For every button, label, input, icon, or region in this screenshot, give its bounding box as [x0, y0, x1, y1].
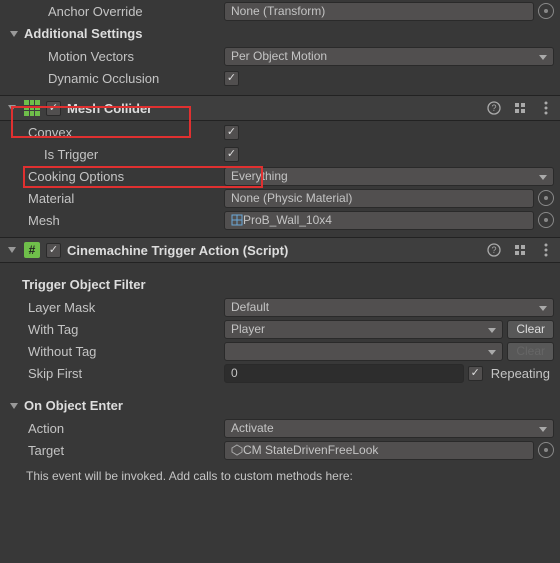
layer-mask-value: Default	[231, 300, 269, 314]
mesh-collider-header[interactable]: Mesh Collider ?	[0, 95, 560, 121]
svg-text:?: ?	[491, 245, 496, 255]
foldout-icon[interactable]	[6, 244, 18, 256]
script-icon: #	[24, 242, 40, 258]
anchor-override-label: Anchor Override	[6, 4, 224, 19]
action-value: Activate	[231, 421, 274, 435]
skip-first-value: 0	[231, 366, 238, 380]
motion-vectors-dropdown[interactable]: Per Object Motion	[224, 47, 554, 66]
target-field[interactable]: CM StateDrivenFreeLook	[224, 441, 534, 460]
foldout-icon[interactable]	[6, 102, 18, 114]
preset-icon[interactable]	[512, 242, 528, 258]
anchor-override-value: None (Transform)	[231, 4, 325, 18]
event-note: This event will be invoked. Add calls to…	[0, 461, 560, 491]
foldout-icon[interactable]	[8, 28, 20, 40]
skip-first-label: Skip First	[6, 366, 224, 381]
target-label: Target	[6, 443, 224, 458]
layer-mask-label: Layer Mask	[6, 300, 224, 315]
repeating-label: Repeating	[487, 366, 554, 381]
kebab-menu-icon[interactable]	[538, 242, 554, 258]
foldout-icon[interactable]	[8, 400, 20, 412]
preset-icon[interactable]	[512, 100, 528, 116]
is-trigger-label: Is Trigger	[6, 147, 224, 162]
skip-first-field[interactable]: 0	[224, 364, 464, 383]
action-dropdown[interactable]: Activate	[224, 419, 554, 438]
mesh-label: Mesh	[6, 213, 224, 228]
is-trigger-checkbox[interactable]	[224, 147, 239, 162]
mesh-field[interactable]: ProB_Wall_10x4	[224, 211, 534, 230]
dynamic-occlusion-label: Dynamic Occlusion	[6, 71, 224, 86]
additional-settings-header: Additional Settings	[24, 26, 142, 41]
cinemachine-title: Cinemachine Trigger Action (Script)	[67, 243, 480, 258]
gameobject-icon	[231, 444, 243, 456]
help-icon[interactable]: ?	[486, 100, 502, 116]
convex-label: Convex	[6, 125, 224, 140]
object-picker-icon[interactable]	[538, 212, 554, 228]
trigger-filter-header: Trigger Object Filter	[22, 277, 146, 292]
svg-text:?: ?	[491, 103, 496, 113]
with-tag-clear-button[interactable]: Clear	[507, 320, 554, 339]
help-icon[interactable]: ?	[486, 242, 502, 258]
without-tag-label: Without Tag	[6, 344, 224, 359]
with-tag-label: With Tag	[6, 322, 224, 337]
material-label: Material	[6, 191, 224, 206]
mesh-collider-enable-checkbox[interactable]	[46, 101, 61, 116]
material-field[interactable]: None (Physic Material)	[224, 189, 534, 208]
anchor-override-field[interactable]: None (Transform)	[224, 2, 534, 21]
repeating-checkbox[interactable]	[468, 366, 483, 381]
mesh-collider-icon	[24, 100, 40, 116]
cinemachine-enable-checkbox[interactable]	[46, 243, 61, 258]
convex-checkbox[interactable]	[224, 125, 239, 140]
object-picker-icon[interactable]	[538, 190, 554, 206]
cooking-options-value: Everything	[231, 169, 288, 183]
material-value: None (Physic Material)	[231, 191, 352, 205]
without-tag-dropdown[interactable]	[224, 342, 503, 361]
without-tag-clear-button[interactable]: Clear	[507, 342, 554, 361]
cooking-options-dropdown[interactable]: Everything	[224, 167, 554, 186]
motion-vectors-value: Per Object Motion	[231, 49, 327, 63]
cinemachine-header[interactable]: # Cinemachine Trigger Action (Script) ?	[0, 237, 560, 263]
action-label: Action	[6, 421, 224, 436]
with-tag-value: Player	[231, 322, 265, 336]
object-picker-icon[interactable]	[538, 3, 554, 19]
object-picker-icon[interactable]	[538, 442, 554, 458]
on-object-enter-header: On Object Enter	[24, 398, 123, 413]
motion-vectors-label: Motion Vectors	[6, 49, 224, 64]
cooking-options-label: Cooking Options	[6, 169, 224, 184]
mesh-value: ProB_Wall_10x4	[243, 213, 332, 227]
kebab-menu-icon[interactable]	[538, 100, 554, 116]
target-value: CM StateDrivenFreeLook	[243, 443, 378, 457]
dynamic-occlusion-checkbox[interactable]	[224, 71, 239, 86]
with-tag-dropdown[interactable]: Player	[224, 320, 503, 339]
mesh-asset-icon	[231, 214, 243, 226]
mesh-collider-title: Mesh Collider	[67, 101, 480, 116]
layer-mask-dropdown[interactable]: Default	[224, 298, 554, 317]
